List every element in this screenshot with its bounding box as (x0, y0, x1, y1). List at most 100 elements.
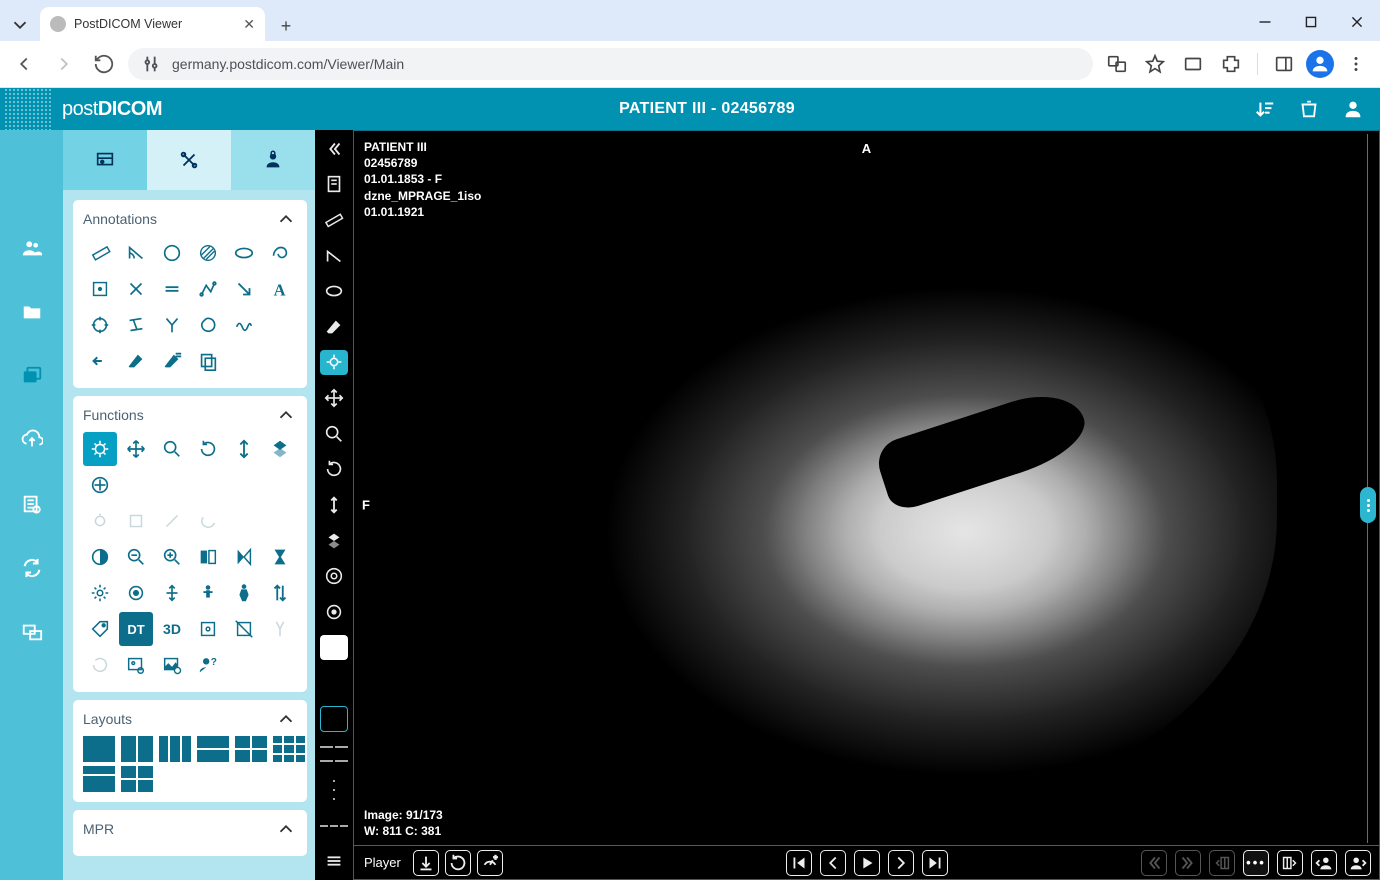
annotation-eraser-button[interactable] (119, 344, 153, 378)
layout-2x2[interactable] (235, 736, 267, 762)
annotation-freehand-tool[interactable] (263, 236, 297, 270)
vt-layout-4-button[interactable] (320, 742, 348, 768)
section-layouts-header[interactable]: Layouts (83, 708, 297, 730)
fn-flip-h-button[interactable] (191, 540, 225, 574)
window-minimize-button[interactable] (1242, 3, 1288, 41)
fn-zoom-in-button[interactable] (155, 540, 189, 574)
fn-window-level-tool[interactable] (83, 432, 117, 466)
vt-rotate-icon[interactable] (320, 456, 348, 482)
cast-icon[interactable] (1177, 48, 1209, 80)
fn-pan-tool[interactable] (119, 432, 153, 466)
translate-icon[interactable] (1101, 48, 1133, 80)
br-more-button[interactable]: ••• (1243, 850, 1269, 876)
annotation-angle-tool[interactable] (119, 236, 153, 270)
player-prev-button[interactable] (820, 850, 846, 876)
player-download-button[interactable] (413, 850, 439, 876)
bookmark-star-icon[interactable] (1139, 48, 1171, 80)
nav-forward-button[interactable] (48, 48, 80, 80)
fn-wl-roi-tool[interactable] (83, 504, 117, 538)
fn-line-tool[interactable] (155, 504, 189, 538)
fn-tag-button[interactable] (83, 612, 117, 646)
layout-1x2[interactable] (121, 736, 153, 762)
vt-pan-icon[interactable] (320, 385, 348, 411)
vt-target-icon[interactable] (320, 599, 348, 625)
vt-zoom-icon[interactable] (320, 421, 348, 447)
collapse-panel-button[interactable] (320, 136, 348, 162)
fn-invert-button[interactable] (83, 540, 117, 574)
vt-layout-2-button[interactable] (320, 670, 348, 696)
tab-tools[interactable] (147, 130, 231, 190)
vt-layout-active-button[interactable] (320, 706, 348, 732)
layout-3x3[interactable] (273, 736, 305, 762)
vt-window-level-icon[interactable] (320, 350, 348, 376)
annotation-wave-tool[interactable] (227, 308, 261, 342)
section-mpr-header[interactable]: MPR (83, 818, 297, 840)
annotation-copy-button[interactable] (191, 344, 225, 378)
br-user-left-button[interactable] (1311, 850, 1337, 876)
fn-save-image-button[interactable] (155, 648, 189, 682)
annotation-cross-tool[interactable] (119, 272, 153, 306)
fn-auto-wl-button[interactable] (119, 576, 153, 610)
section-annotations-header[interactable]: Annotations (83, 208, 297, 230)
br-grid-left-button[interactable] (1209, 850, 1235, 876)
annotation-arrow-tool[interactable] (227, 272, 261, 306)
br-prev-series-button[interactable] (1141, 850, 1167, 876)
fn-rotate-tool[interactable] (191, 432, 225, 466)
vt-ellipse-icon[interactable] (320, 278, 348, 304)
new-tab-button[interactable]: + (271, 11, 301, 41)
profile-avatar[interactable] (1306, 50, 1334, 78)
menu-kebab-icon[interactable] (1340, 48, 1372, 80)
vt-menu-button[interactable] (320, 848, 348, 874)
fn-stack-tool[interactable] (263, 432, 297, 466)
nav-upload-icon[interactable] (14, 422, 50, 458)
fn-scroll-tool[interactable] (227, 432, 261, 466)
nav-back-button[interactable] (8, 48, 40, 80)
fn-compass-button[interactable] (263, 612, 297, 646)
nav-users-icon[interactable] (14, 230, 50, 266)
fn-vert-arrows-button[interactable] (155, 576, 189, 610)
nav-screens-icon[interactable] (14, 614, 50, 650)
nav-reload-button[interactable] (88, 48, 120, 80)
tab-close-button[interactable]: ✕ (243, 16, 255, 33)
annotation-cobb-tool[interactable] (119, 308, 153, 342)
extensions-icon[interactable] (1215, 48, 1247, 80)
fn-body-button[interactable] (227, 576, 261, 610)
fn-crop-rect-button[interactable] (227, 612, 261, 646)
vt-layout-1-button[interactable] (320, 635, 348, 661)
player-first-button[interactable] (786, 850, 812, 876)
player-last-button[interactable] (922, 850, 948, 876)
fn-settings-gear-button[interactable] (83, 576, 117, 610)
browser-tab[interactable]: PostDICOM Viewer ✕ (40, 7, 265, 41)
layout-1x3[interactable] (159, 736, 191, 762)
vt-report-icon[interactable] (320, 172, 348, 198)
annotation-blob-tool[interactable] (191, 308, 225, 342)
tab-search-button[interactable] (6, 9, 34, 41)
tab-patient-info[interactable]: i (231, 130, 315, 190)
vt-ruler-icon[interactable] (320, 207, 348, 233)
annotation-undo-button[interactable] (83, 344, 117, 378)
user-menu-button[interactable] (1340, 96, 1366, 122)
fn-3d-button[interactable]: 3D (155, 612, 189, 646)
fn-zoom-tool[interactable] (155, 432, 189, 466)
layout-2x1[interactable] (197, 736, 229, 762)
nav-folder-icon[interactable] (14, 294, 50, 330)
layout-2x2b[interactable] (121, 766, 153, 792)
annotation-polyline-tool[interactable] (191, 272, 225, 306)
fn-lasso-tool[interactable] (191, 504, 225, 538)
player-speed-button[interactable]: + (477, 850, 503, 876)
annotation-hatched-circle-tool[interactable] (191, 236, 225, 270)
br-user-right-button[interactable] (1345, 850, 1371, 876)
vt-layout-rows-button[interactable] (320, 777, 348, 803)
vt-gear-icon[interactable] (320, 563, 348, 589)
fn-hourglass-button[interactable] (263, 540, 297, 574)
annotation-ruler-tool[interactable] (83, 236, 117, 270)
nav-sync-icon[interactable] (14, 550, 50, 586)
player-next-button[interactable] (888, 850, 914, 876)
tab-viewer-settings[interactable] (63, 130, 147, 190)
player-play-button[interactable] (854, 850, 880, 876)
sort-button[interactable] (1252, 96, 1278, 122)
fn-anonymous-button[interactable]: ? (191, 648, 225, 682)
sidepanel-icon[interactable] (1268, 48, 1300, 80)
annotation-ellipse-tool[interactable] (227, 236, 261, 270)
fn-export-image-button[interactable] (119, 648, 153, 682)
